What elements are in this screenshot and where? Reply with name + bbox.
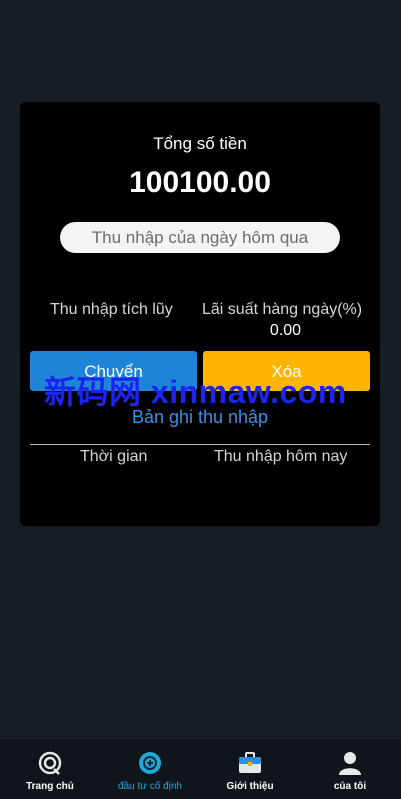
tab-label: đầu tư cố định (118, 781, 182, 792)
balance-card: Tổng số tiền 100100.00 Thu nhập của ngày… (20, 102, 380, 526)
column-header-time: Thời gian (80, 448, 148, 465)
daily-rate-value: 0.00 (269, 322, 302, 339)
home-icon (38, 751, 62, 775)
tab-my-account[interactable]: của tôi (300, 739, 400, 799)
fixed-investment-icon (139, 752, 161, 774)
tab-label: Giới thiệu (226, 781, 274, 792)
tab-introduction[interactable]: Giới thiệu (200, 739, 300, 799)
user-icon (339, 752, 361, 775)
tab-label: Trang chủ (26, 781, 74, 792)
total-amount-label: Tổng số tiền (153, 134, 247, 153)
cumulative-income-label: Thu nhập tích lũy (50, 301, 173, 318)
total-amount-value: 100100.00 (129, 166, 271, 199)
divider (30, 444, 370, 445)
daily-rate-label: Lãi suất hàng ngày(%) (202, 301, 363, 318)
bottom-tab-bar: Trang chủ đầu tư cố định Giới thiệu của … (0, 738, 401, 799)
income-records-link[interactable]: Bản ghi thu nhập (20, 407, 380, 428)
tab-label: của tôi (333, 781, 367, 792)
yesterday-income-pill: Thu nhập của ngày hôm qua (60, 222, 340, 253)
tab-fixed-investment[interactable]: đầu tư cố định (100, 739, 200, 799)
briefcase-icon (239, 752, 261, 773)
column-header-today-income: Thu nhập hôm nay (214, 448, 348, 465)
tab-home[interactable]: Trang chủ (0, 739, 100, 799)
